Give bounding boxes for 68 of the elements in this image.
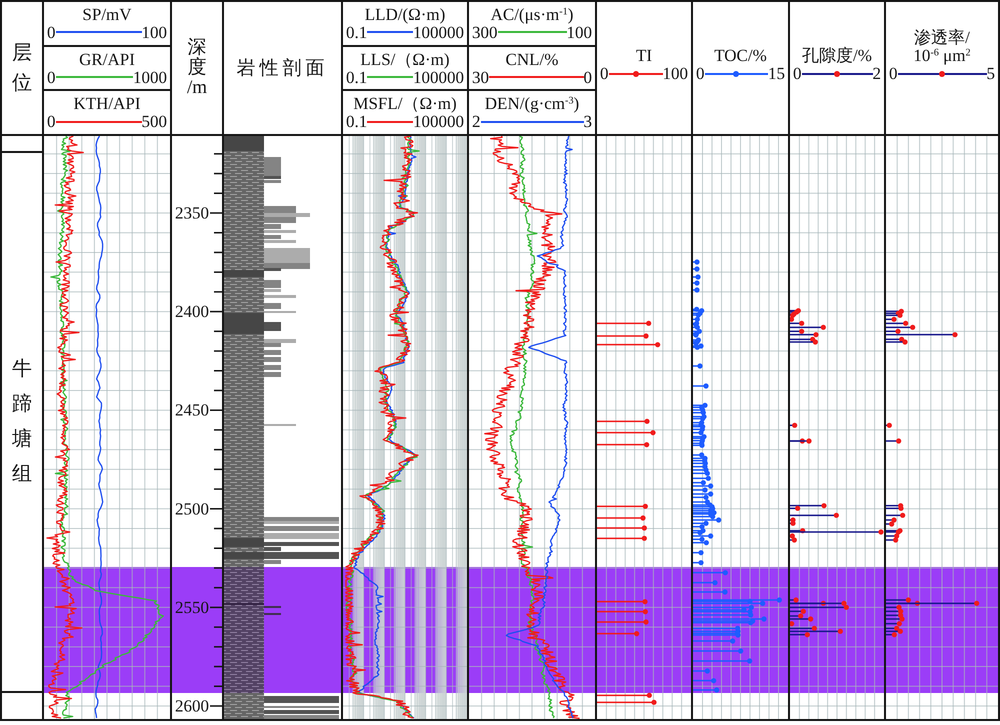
- curve-name: KTH/API: [73, 95, 141, 114]
- scale-max: 1000: [133, 68, 167, 86]
- scale-max: 500: [142, 113, 167, 130]
- scale-min: 0: [47, 24, 56, 41]
- track-title: 渗透率/ 10$^{-6}$ μm$^{2}$: [913, 29, 971, 65]
- depth-label: 2550: [175, 598, 209, 617]
- scale-min: 2: [472, 113, 480, 130]
- scale-max: 3: [584, 113, 592, 130]
- lollipop-marker: [597, 418, 650, 424]
- lollipop-marker: [597, 700, 657, 705]
- scale-max: 100: [662, 65, 688, 82]
- lollipop-marker: [886, 438, 902, 444]
- scale-min: 30: [472, 68, 489, 86]
- depth-label: 2350: [175, 204, 209, 222]
- lollipop-marker: [597, 599, 648, 604]
- lollipop-marker: [597, 631, 640, 636]
- depth-label: 2450: [175, 400, 209, 420]
- lollipop-marker: [597, 430, 656, 436]
- track-title: TI: [636, 47, 652, 65]
- lollipop-marker: [886, 422, 892, 428]
- scale-max: 2: [872, 65, 881, 82]
- scale-max: 5: [986, 65, 995, 82]
- lollipop-marker: [597, 619, 649, 625]
- lollipop-marker: [597, 692, 652, 698]
- depth-label: 2600: [175, 696, 209, 716]
- lollipop-marker: [790, 422, 798, 428]
- scale-max: 100000: [413, 68, 464, 86]
- lollipop-marker: [597, 536, 647, 541]
- curve-name: LLS/（Ω·m): [360, 50, 450, 68]
- scale-min: 0.1: [346, 68, 368, 86]
- lollipop-marker: [597, 342, 660, 348]
- lollipop-marker: [597, 504, 648, 509]
- curve-name: MSFL/（Ω·m): [353, 95, 457, 114]
- column-header: 深度/m: [186, 38, 208, 98]
- curve-name: LLD/(Ω·m): [364, 6, 446, 24]
- scale-max: 15: [768, 65, 785, 82]
- scale-min: 0: [600, 65, 608, 82]
- scale-max: 100: [142, 24, 167, 41]
- track-title: 孔隙度/%: [802, 47, 872, 65]
- depth-label: 2500: [175, 499, 209, 518]
- scale-max: 100: [566, 24, 592, 41]
- column-header: 层位: [11, 41, 33, 96]
- lollipop-marker: [597, 525, 647, 531]
- track-title: TOC/%: [714, 47, 767, 65]
- scale-min: 0: [47, 113, 56, 130]
- scale-max: 100000: [413, 113, 464, 130]
- curve-name: CNL/%: [506, 50, 558, 68]
- lollipop-marker: [597, 320, 652, 326]
- scale-min: 0: [47, 68, 56, 86]
- curve-name: GR/API: [79, 50, 135, 68]
- scale-max: 100000: [413, 24, 464, 41]
- column-header: 岩性剖面: [236, 57, 328, 81]
- curve-name: AC/(μs·m$^{-1}$): [490, 6, 574, 24]
- scale-min: 300: [472, 24, 498, 41]
- lollipop-marker: [597, 442, 650, 448]
- scale-min: 0.1: [346, 113, 368, 130]
- curve-name: SP/mV: [82, 6, 132, 24]
- scale-min: 0: [793, 65, 802, 82]
- curve-name: DEN/(g·cm$^{-3}$): [484, 95, 580, 114]
- scale-min: 0.1: [346, 24, 368, 41]
- scale-max: 0: [584, 68, 592, 86]
- lollipop-marker: [597, 333, 649, 339]
- formation-name: 牛蹄塘组: [11, 357, 33, 487]
- lollipop-marker: [597, 609, 648, 614]
- scale-min: 0: [696, 65, 704, 82]
- lollipop-marker: [597, 515, 646, 521]
- depth-label: 2400: [175, 302, 209, 322]
- scale-min: 0: [889, 65, 898, 82]
